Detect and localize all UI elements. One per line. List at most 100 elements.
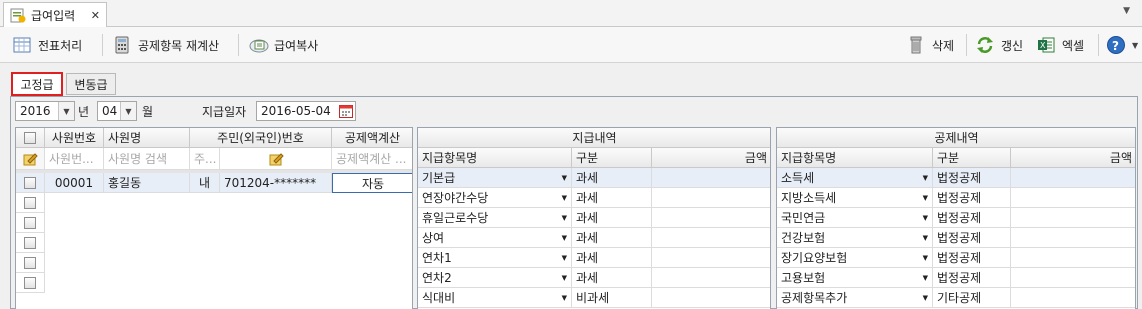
year-select[interactable]: 2016 ▼ bbox=[15, 101, 75, 121]
row-checkbox[interactable] bbox=[24, 256, 36, 269]
filter-emp-no[interactable]: 사원번... bbox=[45, 148, 104, 170]
delete-button[interactable]: 삭제 bbox=[906, 32, 954, 58]
select-all-checkbox[interactable] bbox=[24, 131, 36, 144]
recalc-deduction-button[interactable]: 공제항목 재계산 bbox=[112, 32, 219, 58]
item-select-cell[interactable]: 고용보험 ▼ bbox=[777, 268, 933, 288]
category-cell[interactable]: 법정공제 bbox=[933, 248, 1011, 268]
item-select-cell[interactable]: 지방소득세 ▼ bbox=[777, 188, 933, 208]
chevron-down-icon[interactable]: ▼ bbox=[923, 194, 928, 202]
chevron-down-icon[interactable]: ▼ bbox=[923, 214, 928, 222]
row-checkbox[interactable] bbox=[24, 216, 36, 229]
chevron-down-icon[interactable]: ▼ bbox=[923, 274, 928, 282]
filter-reg-type[interactable]: 주... bbox=[190, 148, 220, 170]
copy-payroll-button[interactable]: 급여복사 bbox=[248, 32, 318, 58]
category-cell[interactable]: 법정공제 bbox=[933, 168, 1011, 188]
chevron-down-icon[interactable]: ▼ bbox=[562, 274, 567, 282]
item-select-cell[interactable]: 건강보험 ▼ bbox=[777, 228, 933, 248]
category-cell[interactable]: 과세 bbox=[572, 188, 652, 208]
empty-row[interactable] bbox=[16, 213, 45, 233]
deduct-calc-cell[interactable]: 자동 bbox=[332, 173, 412, 193]
chevron-down-icon[interactable]: ▼ bbox=[120, 102, 136, 120]
col-reg-no[interactable]: 주민(외국인)번호 bbox=[190, 128, 332, 148]
chevron-down-icon[interactable]: ▼ bbox=[923, 174, 928, 182]
item-select-cell[interactable]: 연장야간수당 ▼ bbox=[418, 188, 572, 208]
amount-cell[interactable] bbox=[652, 248, 770, 268]
amount-cell[interactable] bbox=[652, 168, 770, 188]
row-checkbox[interactable] bbox=[24, 236, 36, 249]
col-ded-amount[interactable]: 금액 bbox=[1011, 148, 1135, 168]
col-deduct-calc[interactable]: 공제액계산 bbox=[332, 128, 412, 148]
refresh-button[interactable]: 갱신 bbox=[975, 32, 1023, 58]
category-cell[interactable]: 비과세 bbox=[572, 288, 652, 308]
item-select-cell[interactable]: 식대비 ▼ bbox=[418, 288, 572, 308]
chevron-down-icon[interactable]: ▼ bbox=[562, 294, 567, 302]
select-all-header[interactable] bbox=[16, 128, 45, 148]
col-pay-item[interactable]: 지급항목명 bbox=[418, 148, 572, 168]
col-pay-category[interactable]: 구분 bbox=[572, 148, 652, 168]
category-cell[interactable]: 과세 bbox=[572, 228, 652, 248]
item-select-cell[interactable]: 상여 ▼ bbox=[418, 228, 572, 248]
empty-row[interactable] bbox=[16, 193, 45, 213]
amount-cell[interactable] bbox=[1011, 228, 1135, 248]
category-cell[interactable]: 법정공제 bbox=[933, 208, 1011, 228]
amount-cell[interactable] bbox=[652, 288, 770, 308]
reg-no-cell[interactable]: 701204-******* bbox=[220, 173, 332, 193]
calendar-icon[interactable] bbox=[338, 103, 354, 122]
chevron-down-icon[interactable]: ▼ bbox=[923, 294, 928, 302]
voucher-button[interactable]: 전표처리 bbox=[12, 32, 82, 58]
chevron-down-icon[interactable]: ▼ bbox=[562, 214, 567, 222]
amount-cell[interactable] bbox=[652, 228, 770, 248]
row-checkbox[interactable] bbox=[24, 176, 36, 189]
document-tab[interactable]: 급여입력 ✕ bbox=[3, 2, 107, 27]
row-checkbox[interactable] bbox=[24, 196, 36, 209]
col-ded-category[interactable]: 구분 bbox=[933, 148, 1011, 168]
tab-menu-chevron-icon[interactable]: ▼ bbox=[1123, 6, 1130, 16]
category-cell[interactable]: 과세 bbox=[572, 208, 652, 228]
item-select-cell[interactable]: 기본급 ▼ bbox=[418, 168, 572, 188]
filter-emp-name[interactable]: 사원명 검색 bbox=[104, 148, 190, 170]
chevron-down-icon[interactable]: ▼ bbox=[562, 234, 567, 242]
empty-row[interactable] bbox=[16, 253, 45, 273]
table-row[interactable] bbox=[16, 173, 45, 193]
chevron-down-icon[interactable]: ▼ bbox=[923, 254, 928, 262]
filter-reg-no[interactable] bbox=[220, 148, 332, 170]
item-select-cell[interactable]: 국민연금 ▼ bbox=[777, 208, 933, 228]
empty-row[interactable] bbox=[16, 233, 45, 253]
category-cell[interactable]: 과세 bbox=[572, 168, 652, 188]
emp-name-cell[interactable]: 홍길동 bbox=[104, 173, 190, 193]
col-emp-no[interactable]: 사원번호 bbox=[45, 128, 104, 148]
reg-type-cell[interactable]: 내 bbox=[190, 173, 220, 193]
amount-cell[interactable] bbox=[1011, 168, 1135, 188]
amount-cell[interactable] bbox=[652, 188, 770, 208]
tab-variable-pay[interactable]: 변동급 bbox=[66, 73, 116, 95]
chevron-down-icon[interactable]: ▼ bbox=[562, 174, 567, 182]
pay-date-field[interactable]: 2016-05-04 bbox=[256, 101, 356, 121]
item-select-cell[interactable]: 연차2 ▼ bbox=[418, 268, 572, 288]
row-checkbox[interactable] bbox=[24, 276, 36, 289]
amount-cell[interactable] bbox=[1011, 208, 1135, 228]
help-button[interactable]: ? ▼ bbox=[1106, 32, 1138, 58]
col-pay-amount[interactable]: 금액 bbox=[652, 148, 770, 168]
amount-cell[interactable] bbox=[1011, 188, 1135, 208]
excel-button[interactable]: X 엑셀 bbox=[1036, 32, 1084, 58]
item-select-cell[interactable]: 공제항목추가 ▼ bbox=[777, 288, 933, 308]
amount-cell[interactable] bbox=[1011, 248, 1135, 268]
chevron-down-icon[interactable]: ▼ bbox=[58, 102, 74, 120]
item-select-cell[interactable]: 소득세 ▼ bbox=[777, 168, 933, 188]
emp-no-cell[interactable]: 00001 bbox=[45, 173, 104, 193]
chevron-down-icon[interactable]: ▼ bbox=[562, 194, 567, 202]
category-cell[interactable]: 법정공제 bbox=[933, 268, 1011, 288]
category-cell[interactable]: 기타공제 bbox=[933, 288, 1011, 308]
category-cell[interactable]: 법정공제 bbox=[933, 228, 1011, 248]
item-select-cell[interactable]: 연차1 ▼ bbox=[418, 248, 572, 268]
amount-cell[interactable] bbox=[652, 208, 770, 228]
item-select-cell[interactable]: 장기요양보험 ▼ bbox=[777, 248, 933, 268]
category-cell[interactable]: 과세 bbox=[572, 248, 652, 268]
amount-cell[interactable] bbox=[1011, 268, 1135, 288]
category-cell[interactable]: 과세 bbox=[572, 268, 652, 288]
chevron-down-icon[interactable]: ▼ bbox=[562, 254, 567, 262]
close-tab-icon[interactable]: ✕ bbox=[91, 9, 100, 22]
item-select-cell[interactable]: 휴일근로수당 ▼ bbox=[418, 208, 572, 228]
amount-cell[interactable] bbox=[652, 268, 770, 288]
col-ded-item[interactable]: 지급항목명 bbox=[777, 148, 933, 168]
